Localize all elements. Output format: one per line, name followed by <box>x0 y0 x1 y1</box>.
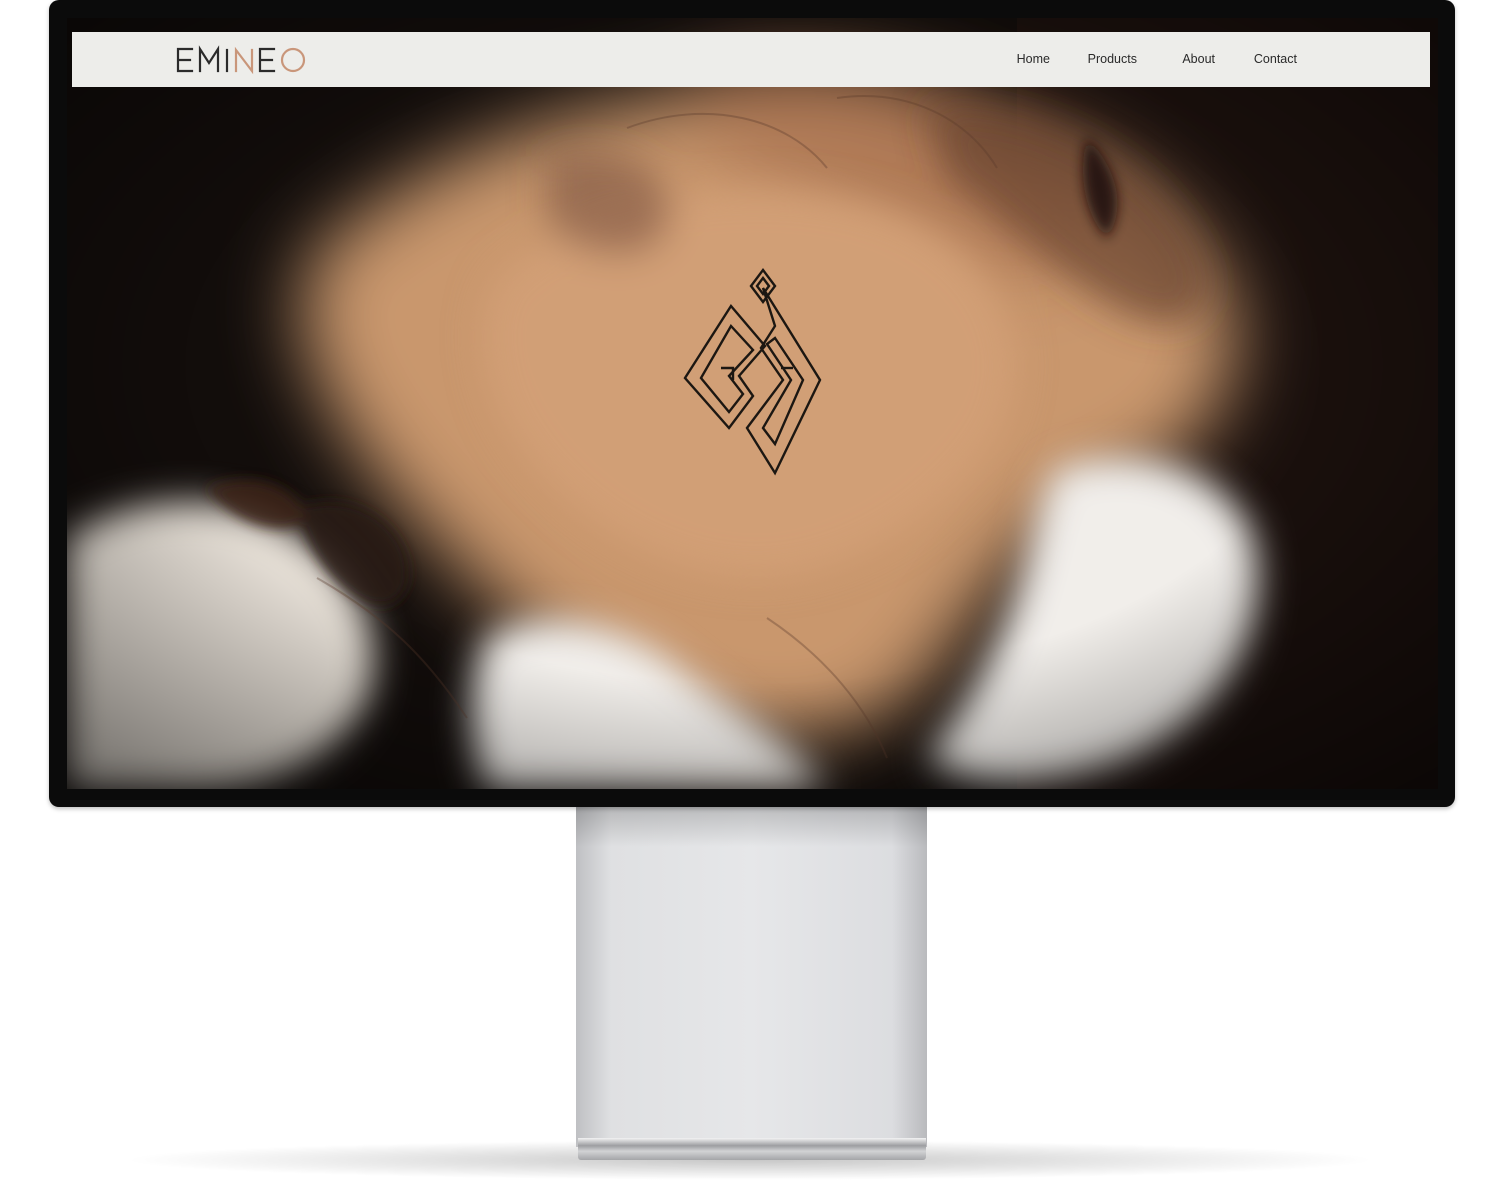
nav-products-link[interactable]: Products <box>1088 52 1137 66</box>
screen: Home Products About Contact <box>67 18 1438 789</box>
stand-shade <box>576 807 927 847</box>
nav-contact-link[interactable]: Contact <box>1254 52 1297 66</box>
diamond-monogram-icon <box>683 268 822 476</box>
stand-foot <box>578 1138 926 1160</box>
top-navbar: Home Products About Contact <box>72 32 1430 87</box>
emineo-logo[interactable] <box>176 44 308 76</box>
monitor-stand <box>576 807 927 1147</box>
nav-about-link[interactable]: About <box>1182 52 1215 66</box>
nav-home-link[interactable]: Home <box>1017 52 1050 66</box>
